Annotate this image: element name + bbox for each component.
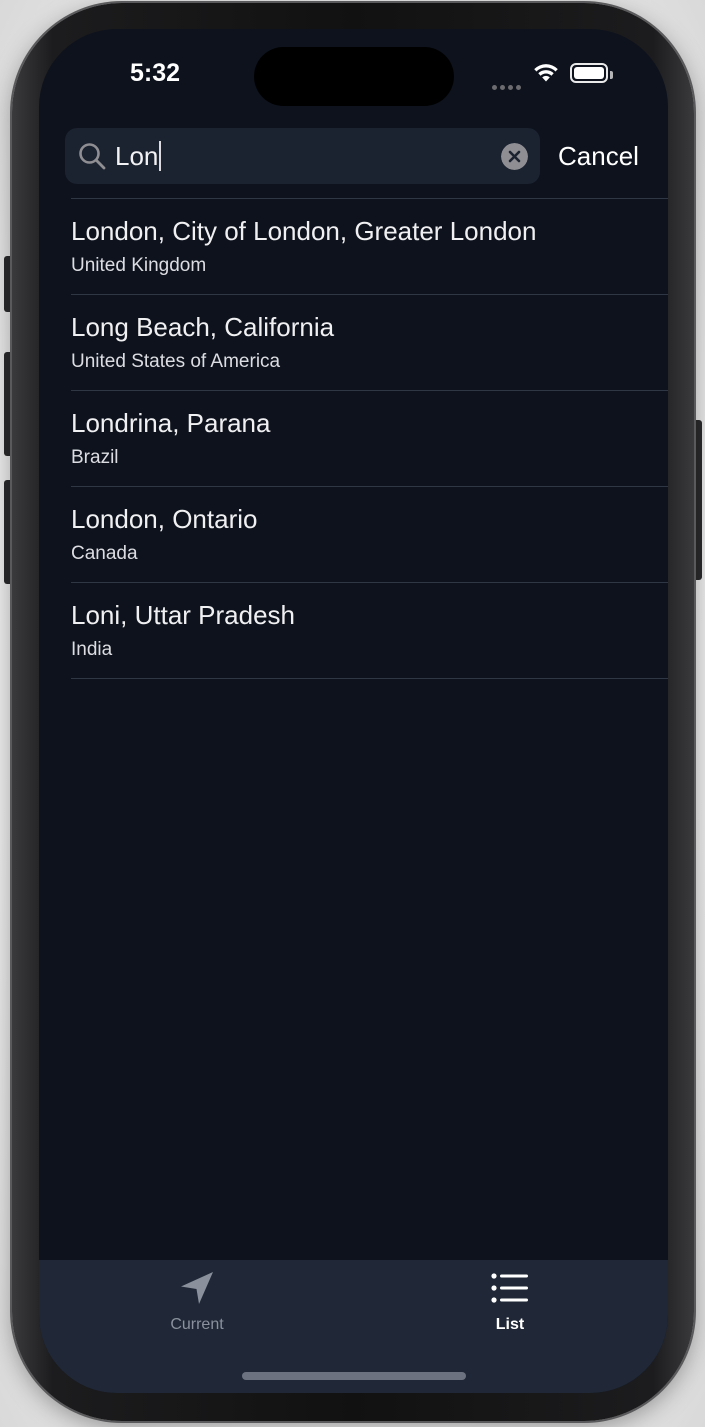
result-title: London, City of London, Greater London [71, 216, 537, 246]
dynamic-island [254, 47, 454, 106]
result-title: Loni, Uttar Pradesh [71, 600, 296, 630]
result-subtitle: United Kingdom [71, 255, 207, 276]
result-subtitle: Brazil [71, 447, 119, 468]
search-icon [79, 143, 106, 170]
clear-icon[interactable] [501, 143, 528, 170]
text-cursor [159, 141, 162, 171]
tab-list[interactable]: List [430, 1268, 590, 1348]
location-arrow-icon [181, 1272, 213, 1304]
list-item[interactable]: London, City of London, Greater London U… [71, 199, 668, 295]
wifi-icon [534, 64, 558, 82]
list-item[interactable]: London, Ontario Canada [71, 487, 668, 583]
result-subtitle: Canada [71, 543, 138, 564]
tab-label: List [495, 1316, 525, 1333]
list-icon [491, 1273, 528, 1303]
status-time: 5:32 [129, 59, 181, 87]
battery-icon [570, 63, 613, 83]
tab-current[interactable]: Current [117, 1268, 277, 1348]
result-subtitle: United States of America [71, 351, 281, 372]
result-subtitle: India [71, 639, 113, 660]
result-title: Long Beach, California [71, 312, 335, 342]
tab-label: Current [170, 1316, 224, 1333]
search-field[interactable]: Lon [65, 128, 540, 184]
screen: 5:32 Lon Cancel London, City of London, … [39, 29, 668, 1393]
search-input[interactable]: Lon [115, 140, 162, 172]
result-title: Londrina, Parana [71, 408, 271, 438]
home-indicator[interactable] [242, 1372, 466, 1380]
list-item[interactable]: Londrina, Parana Brazil [71, 391, 668, 487]
cancel-button[interactable]: Cancel [558, 138, 639, 174]
result-title: London, Ontario [71, 504, 258, 534]
cellular-signal-icon [492, 77, 524, 90]
search-results-list: London, City of London, Greater London U… [71, 198, 668, 679]
list-item[interactable]: Loni, Uttar Pradesh India [71, 583, 668, 679]
search-bar: Lon Cancel [65, 128, 651, 184]
list-item[interactable]: Long Beach, California United States of … [71, 295, 668, 391]
